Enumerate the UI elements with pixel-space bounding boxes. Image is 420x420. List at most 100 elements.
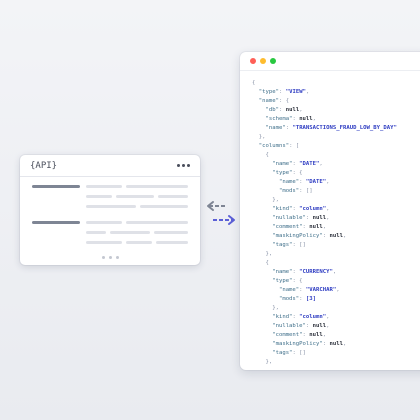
- code-line: "name": "VARCHAR",: [252, 286, 420, 295]
- code-token: :: [299, 287, 306, 293]
- code-token: :: [305, 323, 313, 329]
- code-token: "column": [299, 314, 327, 320]
- code-line: "schema": null,: [252, 115, 420, 124]
- placeholder-line: [154, 231, 188, 234]
- minimize-window-dot[interactable]: [260, 58, 266, 64]
- code-token: :: [299, 296, 306, 302]
- code-line: },: [252, 358, 420, 367]
- code-token: ,: [299, 107, 303, 113]
- code-line: "name": "CURRENCY",: [252, 268, 420, 277]
- code-token: :: [299, 179, 306, 185]
- code-token: "type": [272, 278, 293, 284]
- code-line: {: [252, 151, 420, 160]
- code-line: "name": "TRANSACTIONS_FRAUD_LOW_BY_DAY": [252, 124, 420, 133]
- code-token: : []: [299, 188, 313, 194]
- code-token: null: [309, 332, 323, 338]
- code-token: : {: [292, 170, 303, 176]
- code-token: "name": [272, 269, 293, 275]
- code-token: ,: [326, 314, 330, 320]
- code-line: "name": "DATE",: [252, 160, 420, 169]
- code-token: "kind": [272, 206, 293, 212]
- placeholder-line: [156, 241, 188, 244]
- code-token: : []: [292, 242, 306, 248]
- placeholder-line: [86, 221, 122, 224]
- code-line: "maskingPolicy": null,: [252, 340, 420, 349]
- code-line: "type": {: [252, 169, 420, 178]
- code-token: "maskingPolicy": [272, 341, 323, 347]
- code-token: "mods": [278, 188, 300, 194]
- code-token: },: [252, 359, 273, 365]
- placeholder-line: [140, 205, 188, 208]
- code-token: ,: [319, 161, 323, 167]
- code-token: },: [252, 134, 266, 140]
- code-token: ,: [332, 269, 337, 275]
- code-token: ,: [336, 287, 340, 293]
- code-token: :: [278, 107, 286, 113]
- code-token: "name": [272, 161, 293, 167]
- code-token: "name": [258, 98, 279, 104]
- code-line: "kind": "column",: [252, 313, 420, 322]
- code-token: :: [278, 89, 286, 95]
- code-token: : {: [278, 98, 290, 104]
- json-code-block: { "type": "VIEW", "name": { "db": null, …: [240, 71, 420, 367]
- code-token: "nullable": [272, 215, 306, 221]
- code-token: "comment": [272, 224, 303, 230]
- code-token: : []: [292, 350, 306, 356]
- pager-dots[interactable]: [20, 256, 200, 259]
- code-token: "maskingPolicy": [272, 233, 323, 239]
- code-token: {: [252, 152, 269, 158]
- code-token: :: [305, 215, 313, 221]
- code-token: ,: [326, 323, 330, 329]
- code-token: null: [312, 215, 327, 221]
- code-token: "CURRENCY": [299, 269, 333, 275]
- code-token: : {: [292, 278, 303, 284]
- code-token: "VARCHAR": [305, 287, 337, 293]
- code-line: "nullable": null,: [252, 322, 420, 331]
- code-token: "columns": [258, 143, 290, 149]
- dashed-arrow-left-icon: [207, 201, 227, 211]
- more-horizontal-icon[interactable]: [177, 164, 190, 167]
- code-token: "name": [278, 179, 300, 185]
- code-token: "DATE": [299, 161, 320, 167]
- code-token: "tags": [272, 242, 293, 248]
- code-line: "kind": "column",: [252, 205, 420, 214]
- placeholder-heading-bar: [32, 221, 80, 224]
- code-token: "nullable": [272, 323, 306, 329]
- maximize-window-dot[interactable]: [270, 58, 276, 64]
- placeholder-line: [158, 195, 188, 198]
- placeholder-line: [126, 241, 152, 244]
- placeholder-line: [86, 231, 106, 234]
- code-line: {: [252, 259, 420, 268]
- code-line: "name": {: [252, 97, 420, 106]
- code-line: },: [252, 196, 420, 205]
- code-token: },: [252, 305, 279, 311]
- code-token: {: [252, 260, 269, 266]
- code-line: },: [252, 304, 420, 313]
- code-token: ,: [342, 341, 347, 347]
- code-line: "tags": []: [252, 241, 420, 250]
- placeholder-line: [86, 195, 112, 198]
- code-token: :: [322, 341, 330, 347]
- api-card: {API}: [20, 155, 200, 265]
- code-line: "comment": null,: [252, 331, 420, 340]
- code-line: "columns": [: [252, 142, 420, 151]
- window-titlebar: [240, 52, 420, 71]
- code-token: ,: [305, 89, 310, 95]
- code-token: "db": [265, 107, 279, 113]
- code-line: "comment": null,: [252, 223, 420, 232]
- close-window-dot[interactable]: [250, 58, 256, 64]
